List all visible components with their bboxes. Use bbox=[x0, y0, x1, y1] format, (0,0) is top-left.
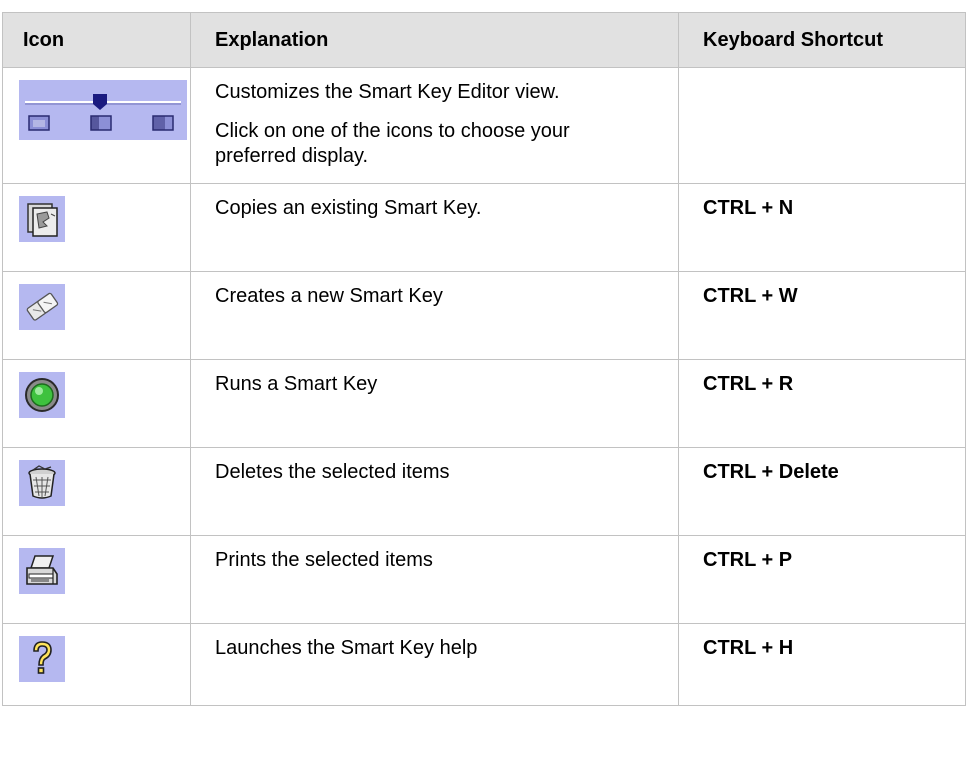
table-row: Prints the selected items CTRL + P bbox=[2, 535, 966, 624]
icon-cell bbox=[2, 535, 191, 624]
header-explanation: Explanation bbox=[190, 12, 679, 68]
table-row: Runs a Smart Key CTRL + R bbox=[2, 359, 966, 448]
shortcut-cell: CTRL + Delete bbox=[678, 447, 966, 536]
shortcut-cell bbox=[678, 67, 966, 184]
display-slider-icon[interactable] bbox=[19, 80, 187, 140]
icon-cell bbox=[2, 67, 191, 184]
explanation-text: Deletes the selected items bbox=[215, 461, 450, 483]
shortcut-cell: CTRL + W bbox=[678, 271, 966, 360]
header-icon: Icon bbox=[2, 12, 191, 68]
shortcut-cell: CTRL + P bbox=[678, 535, 966, 624]
explanation-text: Customizes the Smart Key Editor view. bbox=[215, 81, 560, 103]
icon-cell bbox=[2, 183, 191, 272]
printer-icon[interactable] bbox=[19, 548, 65, 594]
explanation-cell: Copies an existing Smart Key. bbox=[190, 183, 679, 272]
icon-cell bbox=[2, 271, 191, 360]
header-shortcut: Keyboard Shortcut bbox=[678, 12, 966, 68]
header-row: Icon Explanation Keyboard Shortcut bbox=[2, 12, 966, 68]
table-row: Customizes the Smart Key Editor view. Cl… bbox=[2, 67, 966, 184]
icon-cell bbox=[2, 359, 191, 448]
shortcut-cell: CTRL + H bbox=[678, 623, 966, 706]
explanation-cell: Deletes the selected items bbox=[190, 447, 679, 536]
explanation-cell: Runs a Smart Key bbox=[190, 359, 679, 448]
explanation-text: Runs a Smart Key bbox=[215, 373, 378, 395]
explanation-text: Prints the selected items bbox=[215, 549, 433, 571]
help-icon[interactable] bbox=[19, 636, 65, 682]
shortcut-table: Icon Explanation Keyboard Shortcut Custo… bbox=[2, 12, 966, 706]
table-row: Deletes the selected items CTRL + Delete bbox=[2, 447, 966, 536]
explanation-cell: Customizes the Smart Key Editor view. Cl… bbox=[190, 67, 679, 184]
explanation-text: Launches the Smart Key help bbox=[215, 637, 478, 659]
new-key-icon[interactable] bbox=[19, 284, 65, 330]
table-header: Icon Explanation Keyboard Shortcut bbox=[2, 12, 966, 68]
copy-icon[interactable] bbox=[19, 196, 65, 242]
trash-icon[interactable] bbox=[19, 460, 65, 506]
explanation-cell: Launches the Smart Key help bbox=[190, 623, 679, 706]
shortcut-cell: CTRL + N bbox=[678, 183, 966, 272]
explanation-cell: Prints the selected items bbox=[190, 535, 679, 624]
icon-cell bbox=[2, 623, 191, 706]
icon-cell bbox=[2, 447, 191, 536]
run-icon[interactable] bbox=[19, 372, 65, 418]
explanation-text: Copies an existing Smart Key. bbox=[215, 197, 482, 219]
table-row: Creates a new Smart Key CTRL + W bbox=[2, 271, 966, 360]
table-row: Launches the Smart Key help CTRL + H bbox=[2, 623, 966, 706]
explanation-cell: Creates a new Smart Key bbox=[190, 271, 679, 360]
shortcut-cell: CTRL + R bbox=[678, 359, 966, 448]
explanation-text: Creates a new Smart Key bbox=[215, 285, 443, 307]
table-row: Copies an existing Smart Key. CTRL + N bbox=[2, 183, 966, 272]
explanation-text: Click on one of the icons to choose your… bbox=[215, 120, 570, 167]
